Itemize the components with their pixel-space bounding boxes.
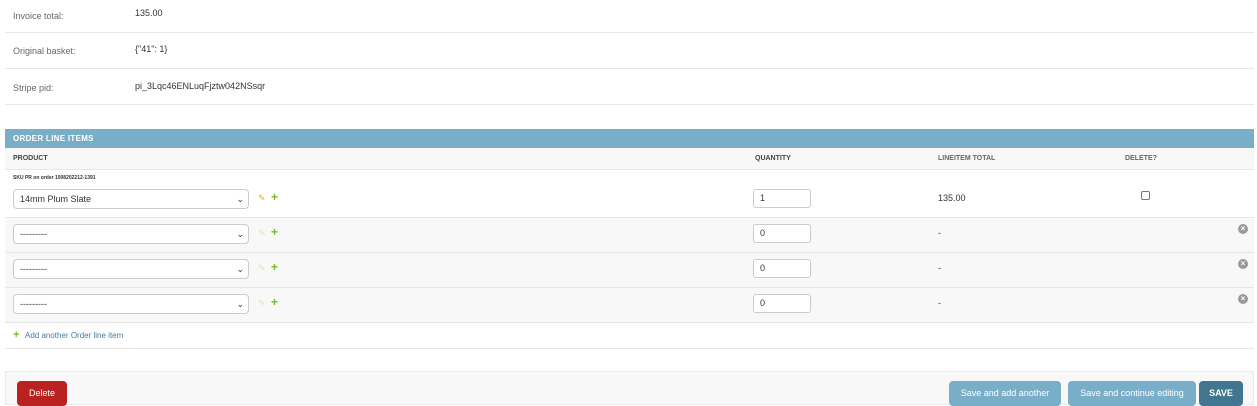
- order-line-items-inline: ORDER LINE ITEMS PRODUCT QUANTITY LINEIT…: [5, 129, 1254, 349]
- pencil-icon: ✎: [258, 263, 266, 273]
- select-value: 14mm Plum Slate: [20, 194, 92, 204]
- field-label: Original basket:: [13, 46, 76, 56]
- chevron-down-icon: ⌄: [236, 299, 244, 309]
- product-select[interactable]: --------- ⌄: [13, 294, 249, 314]
- field-value: 135.00: [135, 8, 163, 18]
- header-delete: DELETE?: [1125, 155, 1157, 162]
- product-select[interactable]: --------- ⌄: [13, 224, 249, 244]
- select-value: ---------: [20, 229, 47, 239]
- quantity-input[interactable]: 0: [753, 224, 811, 243]
- table-row: --------- ⌄ ✎ + 0 - ×: [5, 218, 1254, 253]
- header-lineitem-total: LINEITEM TOTAL: [938, 155, 996, 162]
- delete-button[interactable]: Delete: [17, 381, 67, 406]
- save-button[interactable]: SAVE: [1199, 381, 1243, 406]
- field-original-basket: Original basket: {"41": 1}: [5, 33, 1254, 69]
- plus-icon[interactable]: +: [13, 329, 19, 341]
- save-and-add-another-button[interactable]: Save and add another: [949, 381, 1061, 406]
- close-circle-icon[interactable]: ×: [1238, 259, 1248, 269]
- pencil-icon: ✎: [258, 298, 266, 308]
- field-label: Invoice total:: [13, 11, 64, 21]
- lineitem-total: -: [938, 263, 941, 273]
- product-select[interactable]: --------- ⌄: [13, 259, 249, 279]
- header-quantity: QUANTITY: [755, 155, 791, 162]
- close-circle-icon[interactable]: ×: [1238, 294, 1248, 304]
- add-another-link[interactable]: Add another Order line item: [25, 331, 123, 340]
- chevron-down-icon: ⌄: [236, 264, 244, 274]
- inline-caption: ORDER LINE ITEMS: [5, 129, 1254, 148]
- quantity-input[interactable]: 0: [753, 259, 811, 278]
- save-and-continue-button[interactable]: Save and continue editing: [1068, 381, 1196, 406]
- select-value: ---------: [20, 299, 47, 309]
- field-value: {"41": 1}: [135, 44, 168, 54]
- select-value: ---------: [20, 264, 47, 274]
- field-label: Stripe pid:: [13, 83, 54, 93]
- quantity-input[interactable]: 0: [753, 294, 811, 313]
- plus-icon[interactable]: +: [271, 225, 278, 239]
- inline-table-header: PRODUCT QUANTITY LINEITEM TOTAL DELETE?: [5, 148, 1254, 170]
- plus-icon[interactable]: +: [271, 190, 278, 204]
- field-value: pi_3Lqc46ENLuqFjztw042NSsqr: [135, 81, 266, 91]
- pencil-icon[interactable]: ✎: [258, 193, 266, 204]
- lineitem-total: -: [938, 298, 941, 308]
- pencil-icon: ✎: [258, 228, 266, 238]
- chevron-down-icon: ⌄: [236, 194, 244, 204]
- submit-row: Delete Save and add another Save and con…: [5, 371, 1254, 406]
- quantity-input[interactable]: 1: [753, 189, 811, 208]
- plus-icon[interactable]: +: [271, 260, 278, 274]
- close-circle-icon[interactable]: ×: [1238, 224, 1248, 234]
- header-product: PRODUCT: [13, 155, 48, 162]
- table-row: --------- ⌄ ✎ + 0 - ×: [5, 253, 1254, 288]
- row-sku-label: SKU PR on order 1008202212-1391: [13, 175, 96, 181]
- table-row: SKU PR on order 1008202212-1391 14mm Plu…: [5, 170, 1254, 218]
- field-stripe-pid: Stripe pid: pi_3Lqc46ENLuqFjztw042NSsqr: [5, 69, 1254, 105]
- product-select[interactable]: 14mm Plum Slate ⌄: [13, 189, 249, 209]
- chevron-down-icon: ⌄: [236, 229, 244, 239]
- table-row: --------- ⌄ ✎ + 0 - ×: [5, 288, 1254, 323]
- plus-icon[interactable]: +: [271, 295, 278, 309]
- delete-checkbox[interactable]: [1141, 191, 1150, 200]
- add-another-row[interactable]: + Add another Order line item: [5, 323, 1254, 349]
- lineitem-total: -: [938, 228, 941, 238]
- lineitem-total: 135.00: [938, 193, 966, 203]
- field-invoice-total: Invoice total: 135.00: [5, 0, 1254, 33]
